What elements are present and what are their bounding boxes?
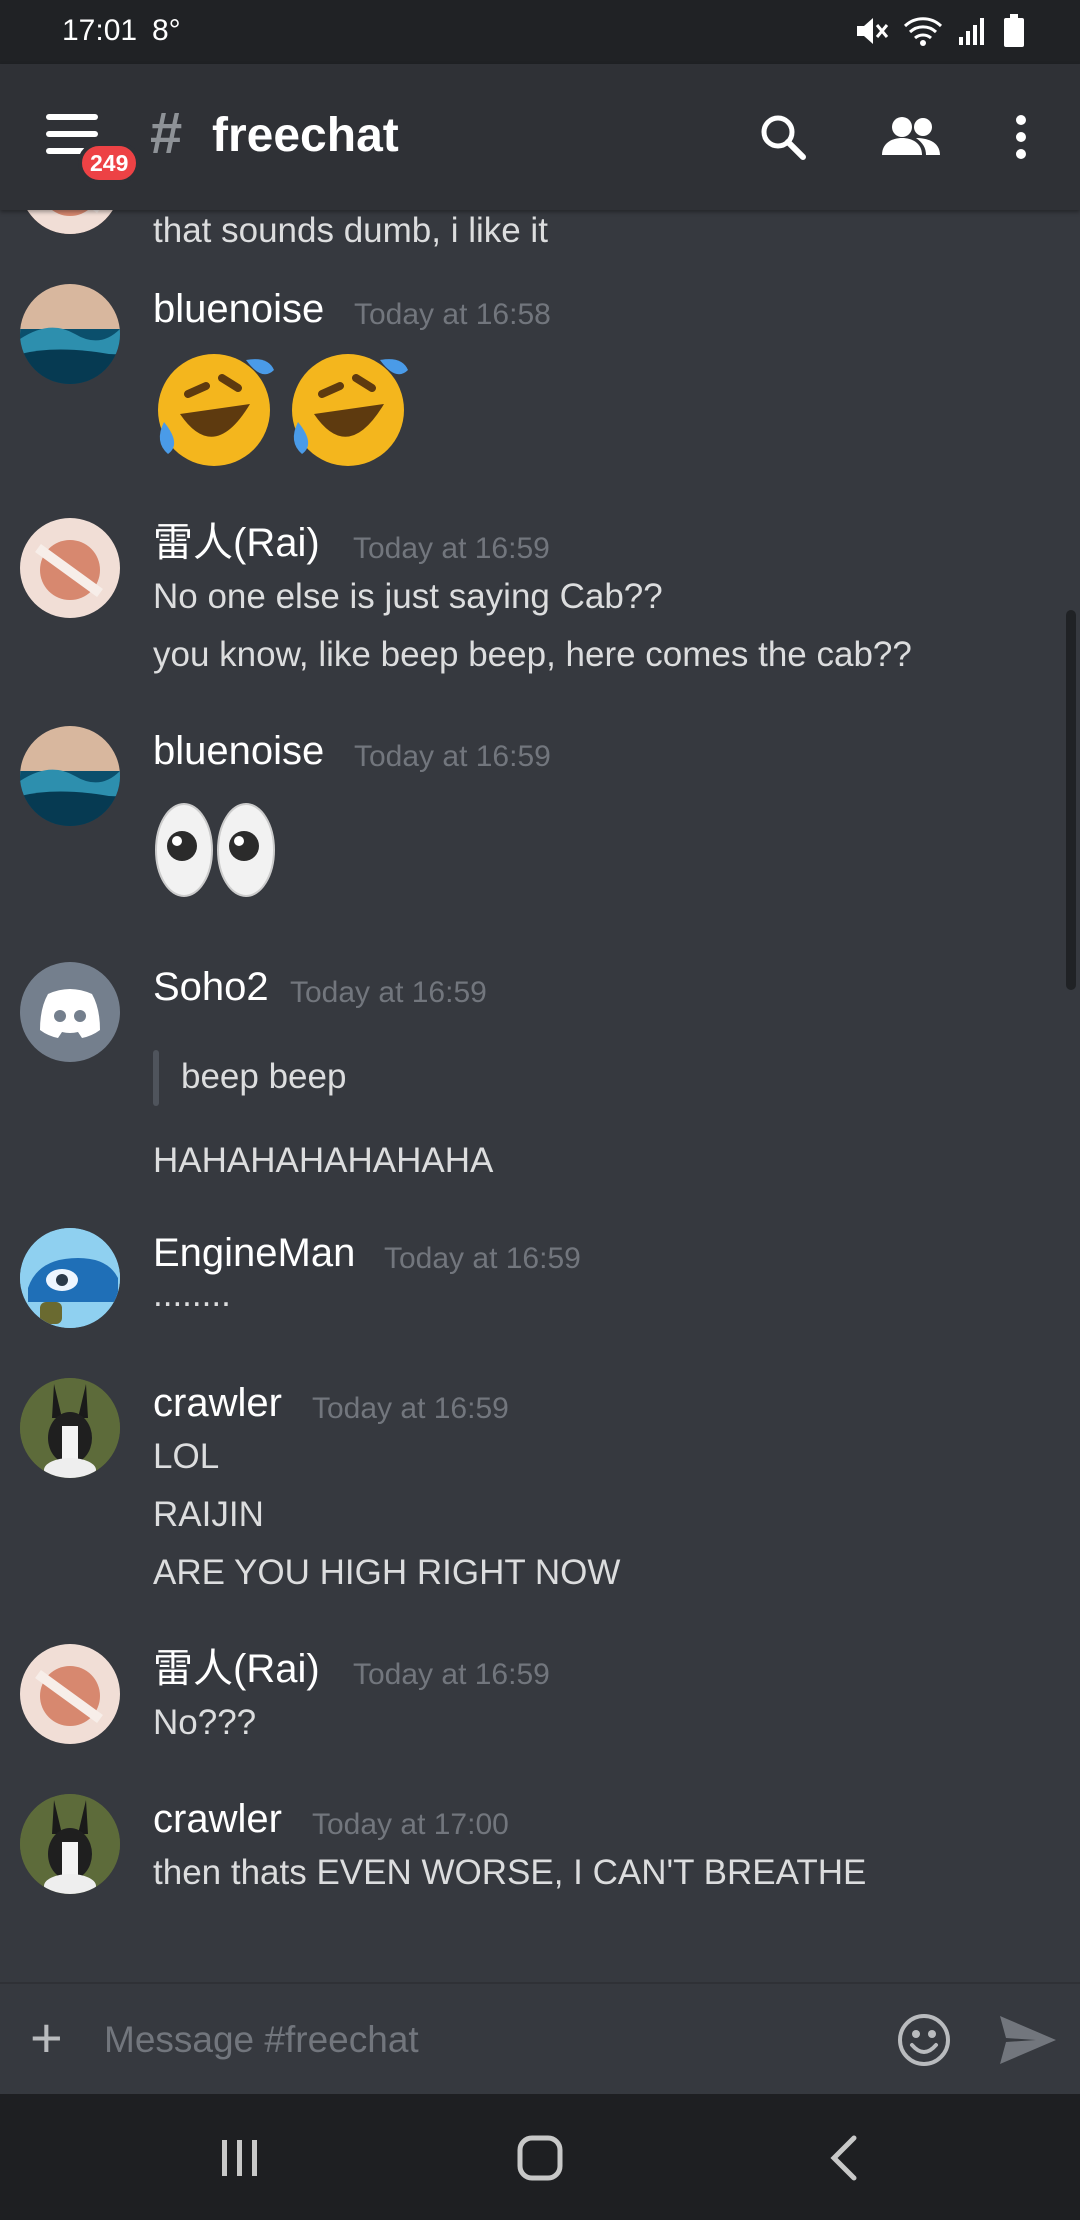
status-time: 17:01	[62, 14, 138, 47]
message-composer: +	[0, 1982, 1080, 2094]
send-icon	[1000, 2016, 1056, 2064]
message-text: No one else is just saying Cab??	[153, 577, 663, 616]
message-text: ARE YOU HIGH RIGHT NOW	[153, 1553, 621, 1592]
message-text: that sounds dumb, i like it	[153, 211, 548, 250]
recent-apps-icon	[222, 2140, 257, 2176]
back-chevron-icon	[830, 2135, 857, 2181]
message-author[interactable]: crawler	[153, 1794, 282, 1844]
avatar[interactable]	[20, 210, 120, 234]
rofl-emoji-icon	[158, 354, 274, 466]
back-button[interactable]	[814, 2128, 874, 2188]
rofl-emoji-icon	[292, 354, 408, 466]
members-button[interactable]	[878, 104, 944, 170]
emoji-picker-button[interactable]	[896, 2012, 952, 2068]
home-icon	[517, 2135, 563, 2181]
message-timestamp: Today at 16:59	[312, 1392, 509, 1425]
mute-icon	[857, 18, 889, 44]
overflow-menu-button[interactable]	[988, 104, 1054, 170]
home-button[interactable]	[510, 2128, 570, 2188]
battery-icon	[1004, 14, 1024, 47]
status-temperature: 8°	[152, 14, 181, 47]
message-timestamp: Today at 17:00	[312, 1808, 509, 1841]
avatar[interactable]	[20, 518, 120, 618]
message-author[interactable]: bluenoise	[153, 284, 324, 334]
message-timestamp: Today at 16:59	[290, 976, 487, 1009]
message-list[interactable]: that sounds dumb, i like it bluenoise To…	[0, 210, 1080, 1982]
message-author[interactable]: 雷人(Rai)	[153, 1644, 320, 1694]
message-author[interactable]: EngineMan	[153, 1228, 355, 1278]
channel-header: 249 # freechat	[0, 64, 1080, 210]
message-text: HAHAHAHAHAHAHA	[153, 1141, 494, 1180]
message-text: No???	[153, 1703, 257, 1742]
signal-icon	[959, 18, 984, 45]
wifi-icon	[903, 17, 943, 46]
rabbit-avatar-icon	[20, 1378, 120, 1478]
rai-avatar-icon	[20, 518, 120, 618]
message-timestamp: Today at 16:59	[353, 532, 550, 565]
message-text: you know, like beep beep, here comes the…	[153, 635, 912, 674]
message-text: RAIJIN	[153, 1495, 264, 1534]
car-avatar-icon	[20, 1228, 120, 1328]
message-author[interactable]: bluenoise	[153, 726, 324, 776]
status-bar: 17:01 8°	[0, 0, 1080, 64]
discord-logo-icon	[40, 989, 100, 1038]
avatar[interactable]	[20, 1228, 120, 1328]
send-button[interactable]	[996, 2012, 1060, 2068]
message-text: ........	[153, 1275, 231, 1314]
message-input[interactable]	[104, 2010, 864, 2070]
avatar[interactable]	[20, 1378, 120, 1478]
smiley-icon	[898, 2014, 950, 2066]
unread-badge: 249	[78, 142, 141, 184]
message-text: then thats EVEN WORSE, I CAN'T BREATHE	[153, 1853, 867, 1892]
avatar[interactable]	[20, 726, 120, 826]
message-timestamp: Today at 16:59	[354, 740, 551, 773]
recent-apps-button[interactable]	[210, 2128, 270, 2188]
message-timestamp: Today at 16:59	[353, 1658, 550, 1691]
message-timestamp: Today at 16:59	[384, 1242, 581, 1275]
rai-avatar-icon	[20, 210, 120, 234]
members-icon	[882, 117, 940, 155]
eyes-emoji-icon	[155, 803, 275, 897]
rai-avatar-icon	[20, 1644, 120, 1744]
message-author[interactable]: Soho2	[153, 962, 269, 1012]
message-author[interactable]: 雷人(Rai)	[153, 518, 320, 568]
wave-avatar-icon	[20, 726, 120, 826]
scrollbar[interactable]	[1066, 610, 1076, 990]
message-timestamp: Today at 16:58	[354, 298, 551, 331]
more-vertical-icon	[1016, 115, 1026, 159]
avatar[interactable]	[20, 1644, 120, 1744]
message-text: LOL	[153, 1437, 220, 1476]
channel-name[interactable]: freechat	[212, 108, 399, 164]
quote-bar	[153, 1050, 159, 1106]
status-icons	[853, 14, 1025, 48]
wave-avatar-icon	[20, 284, 120, 384]
add-attachment-button[interactable]: +	[30, 2010, 63, 2066]
system-navigation-bar	[0, 2094, 1080, 2220]
avatar[interactable]	[20, 1794, 120, 1894]
avatar[interactable]	[20, 962, 120, 1062]
channel-hash-icon: #	[150, 101, 183, 166]
rabbit-avatar-icon	[20, 1794, 120, 1894]
quote-text: beep beep	[181, 1057, 347, 1096]
search-button[interactable]	[750, 104, 816, 170]
search-icon	[761, 115, 806, 160]
message-author[interactable]: crawler	[153, 1378, 282, 1428]
avatar[interactable]	[20, 284, 120, 384]
